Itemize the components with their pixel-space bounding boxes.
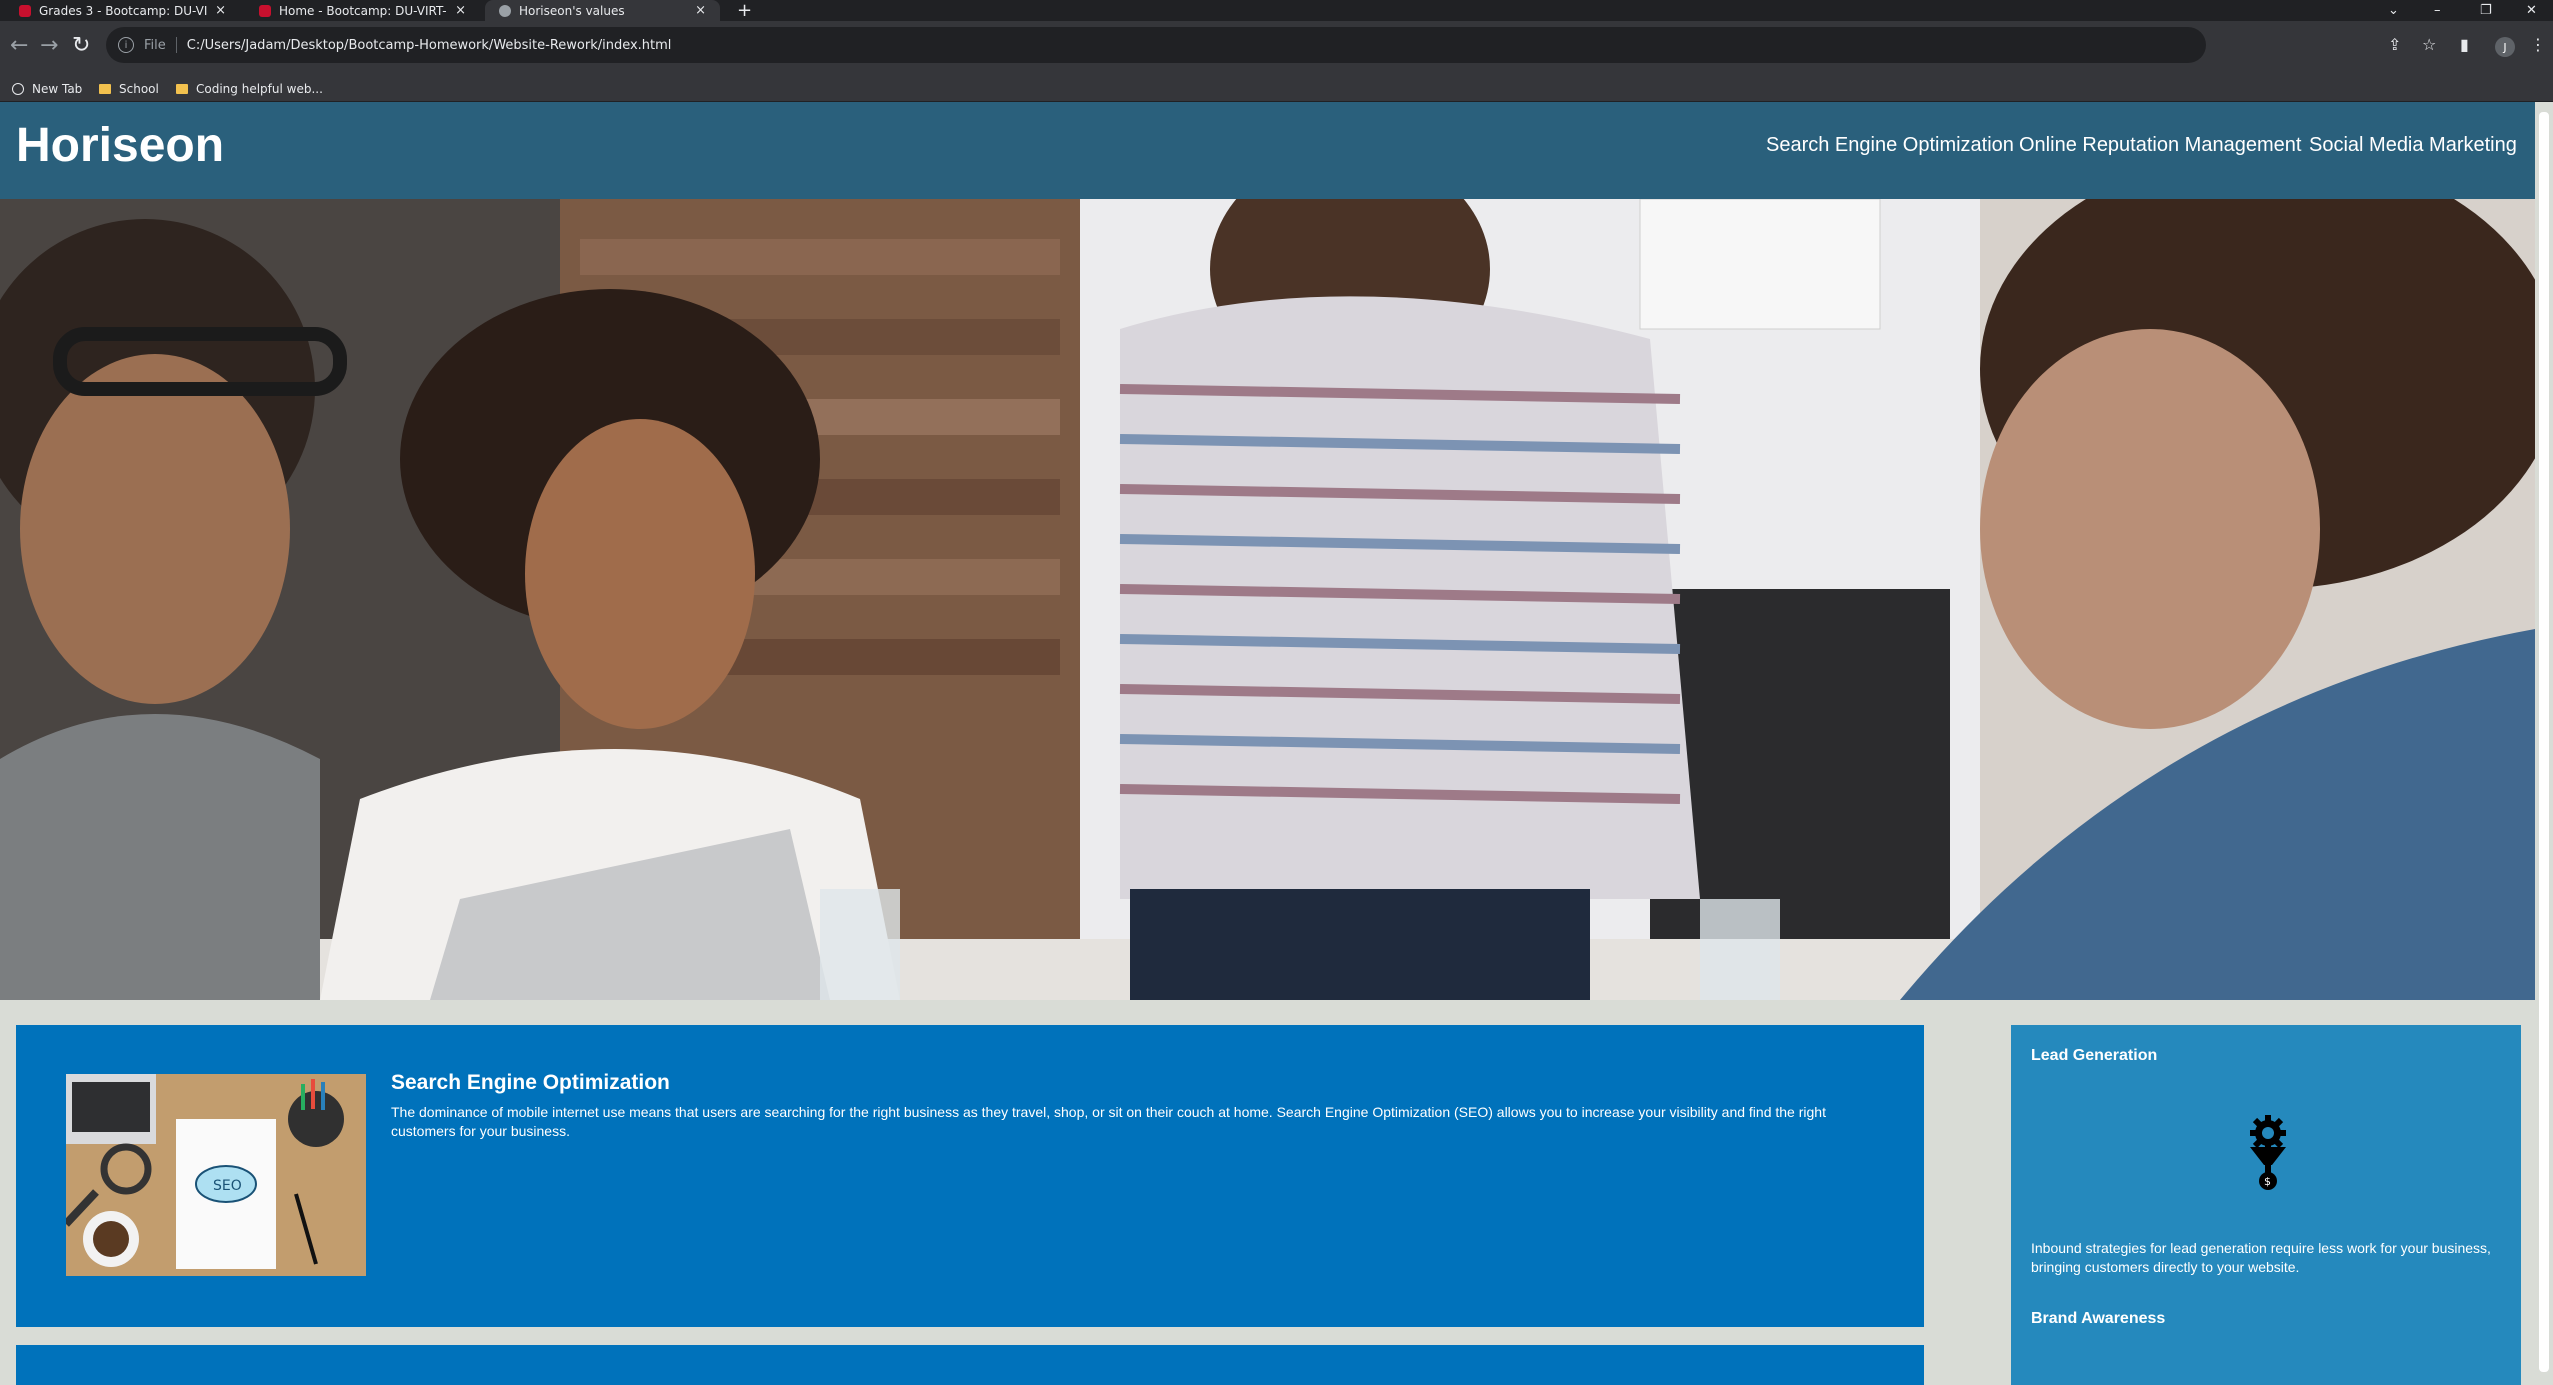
nav-reputation[interactable]: Online Reputation Management — [2019, 134, 2301, 157]
benefits-sidebar: Lead Generation $ Inbound strategies for… — [2011, 1025, 2521, 1385]
seo-image: SEO — [66, 1074, 366, 1276]
chevron-down-icon[interactable]: ⌄ — [2388, 0, 2399, 21]
seo-text: The dominance of mobile internet use mea… — [391, 1104, 1826, 1139]
avatar[interactable]: J — [2495, 37, 2515, 57]
address-url: C:/Users/Jadam/Desktop/Bootcamp-Homework… — [186, 37, 672, 53]
address-bar[interactable]: i File C:/Users/Jadam/Desktop/Bootcamp-H… — [106, 27, 2206, 63]
browser-toolbar: ← → ↻ i File C:/Users/Jadam/Desktop/Boot… — [0, 21, 2553, 77]
minimize-icon[interactable]: – — [2434, 0, 2441, 21]
info-icon[interactable]: i — [118, 37, 134, 53]
reload-icon[interactable]: ↻ — [72, 33, 90, 58]
side-panel-icon[interactable]: ▮ — [2460, 35, 2469, 54]
browser-tab-home[interactable]: Home - Bootcamp: DU-VIRT-FSF × — [245, 0, 480, 21]
content-reputation — [16, 1345, 1924, 1385]
bookmark-new-tab[interactable]: New Tab — [12, 82, 82, 96]
hero-photo — [0, 199, 2535, 1000]
close-window-icon[interactable]: ✕ — [2526, 0, 2537, 21]
folder-icon — [176, 84, 188, 94]
globe-icon — [12, 83, 24, 95]
lead-generation-text: Inbound strategies for lead generation r… — [2031, 1240, 2491, 1275]
web-page: Horiseon Search Engine Optimization Onli… — [0, 102, 2553, 1385]
bookmarks-bar: New Tab School Coding helpful web... — [0, 77, 2553, 102]
hero-image — [0, 199, 2535, 1000]
scrollbar-thumb[interactable] — [2539, 112, 2549, 1372]
browser-tab-horiseon[interactable]: Horiseon's values × — [485, 0, 720, 21]
close-icon[interactable]: × — [215, 3, 226, 18]
browser-tab-grades[interactable]: Grades 3 - Bootcamp: DU-VIRT-F × — [5, 0, 240, 21]
seo-heading: Search Engine Optimization — [391, 1071, 670, 1094]
bookmark-school[interactable]: School — [99, 82, 159, 96]
nav-seo[interactable]: Search Engine Optimization — [1766, 134, 2014, 157]
globe-icon — [499, 4, 511, 17]
shield-icon — [19, 4, 31, 17]
svg-text:$: $ — [2264, 1175, 2271, 1188]
content-seo: SEO Search Engine Optimization The domin… — [16, 1025, 1924, 1327]
site-header: Horiseon Search Engine Optimization Onli… — [0, 102, 2535, 199]
close-icon[interactable]: × — [455, 3, 466, 18]
plus-icon[interactable]: + — [737, 0, 752, 21]
back-icon[interactable]: ← — [10, 33, 28, 58]
restore-icon[interactable]: ❐ — [2480, 0, 2492, 21]
brand-awareness-icon — [2233, 1375, 2303, 1385]
forward-icon[interactable]: → — [40, 33, 58, 58]
shield-icon — [259, 4, 271, 17]
brand-awareness-heading: Brand Awareness — [2031, 1310, 2166, 1327]
folder-icon — [99, 84, 111, 94]
close-icon[interactable]: × — [695, 3, 706, 18]
lead-generation-icon: $ — [2250, 1115, 2286, 1190]
lead-generation-heading: Lead Generation — [2031, 1047, 2158, 1064]
page-scrollbar[interactable] — [2535, 102, 2553, 1385]
nav-social[interactable]: Social Media Marketing — [2309, 134, 2517, 157]
site-logo[interactable]: Horiseon — [16, 118, 224, 173]
star-icon[interactable]: ☆ — [2422, 35, 2436, 54]
more-menu-icon[interactable]: ⋮ — [2530, 35, 2546, 54]
svg-text:SEO: SEO — [213, 1178, 242, 1194]
share-icon[interactable]: ⇪ — [2388, 35, 2401, 54]
bookmark-coding[interactable]: Coding helpful web... — [176, 82, 323, 96]
browser-tab-bar: Grades 3 - Bootcamp: DU-VIRT-F × Home - … — [0, 0, 2553, 21]
